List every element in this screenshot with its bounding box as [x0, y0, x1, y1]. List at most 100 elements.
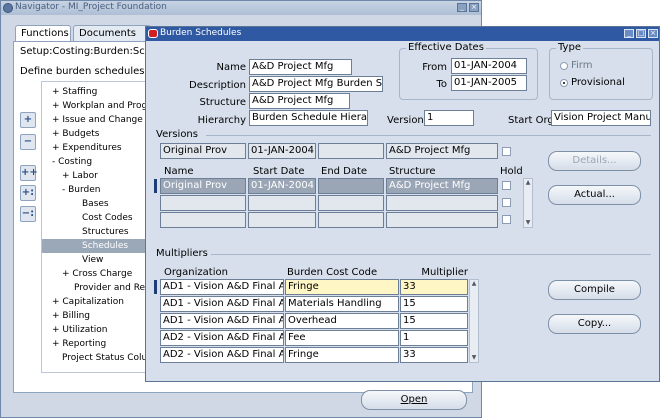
version-row-2-end[interactable] — [318, 195, 384, 211]
versions-col-hold: Hold — [500, 166, 523, 177]
start-org-field[interactable]: Vision Project Manufact — [551, 110, 651, 126]
multiplier-row-5-org[interactable]: AD2 - Vision A&D Final Assy — [160, 347, 284, 363]
version-label: Version — [387, 115, 424, 126]
version-row-2-structure[interactable] — [386, 195, 498, 211]
tree-item-reporting[interactable]: + Reporting — [42, 337, 160, 351]
function-description: Define burden schedules — [20, 66, 145, 77]
version-row-2-start[interactable] — [248, 195, 316, 211]
multipliers-col-multiplier: Multiplier — [421, 267, 468, 278]
navigator-title-bar[interactable]: Navigator - MI_Project Foundation _ × — [1, 1, 481, 15]
tree-item-workplan[interactable]: + Workplan and Prog — [42, 99, 160, 113]
app-icon — [3, 3, 13, 13]
versions-col-start-date: Start Date — [253, 166, 305, 177]
to-date-field[interactable]: 01-JAN-2005 — [451, 75, 527, 91]
hierarchy-field[interactable]: Burden Schedule Hierarchy — [249, 110, 368, 126]
version-summary-structure[interactable]: A&D Project Mfg — [386, 143, 498, 159]
tab-documents[interactable]: Documents — [73, 25, 151, 41]
version-row-1-start[interactable]: 01-JAN-2004 — [248, 178, 316, 194]
multiplier-row-2-code[interactable]: Materials Handling — [285, 296, 399, 312]
multiplier-row-2-org[interactable]: AD1 - Vision A&D Final Assy — [160, 296, 284, 312]
expand-button[interactable]: + — [20, 112, 36, 128]
dialog-title-bar[interactable]: Burden Schedules _ □ × — [146, 27, 659, 41]
multiplier-row-3-mult[interactable]: 15 — [400, 313, 468, 329]
collapse-button[interactable]: − — [20, 134, 36, 150]
multiplier-row-1-code[interactable]: Fringe — [285, 279, 399, 295]
tree-item-staffing[interactable]: + Staffing — [42, 85, 160, 99]
close-icon[interactable]: × — [648, 29, 658, 38]
version-row-1-end[interactable] — [318, 178, 384, 194]
type-firm-radio[interactable] — [560, 62, 568, 70]
multiplier-row-4-org[interactable]: AD2 - Vision A&D Final Assy — [160, 330, 284, 346]
multiplier-row-3-code[interactable]: Overhead — [285, 313, 399, 329]
navigator-title: Navigator - MI_Project Foundation — [15, 2, 167, 12]
tree-item-expenditures[interactable]: + Expenditures — [42, 141, 160, 155]
type-provisional-radio[interactable] — [560, 79, 568, 87]
version-field[interactable]: 1 — [424, 110, 474, 126]
open-button-label: Open — [400, 394, 428, 405]
description-field[interactable]: A&D Project Mfg Burden Sched — [249, 76, 383, 92]
version-summary-end[interactable] — [318, 143, 384, 159]
open-button[interactable]: Open — [361, 390, 467, 410]
effective-dates-group — [399, 48, 538, 100]
function-tree: + Staffing + Workplan and Prog + Issue a… — [41, 81, 190, 373]
version-row-1-name[interactable]: Original Prov — [160, 178, 246, 194]
version-row-2-hold-checkbox[interactable] — [502, 198, 511, 207]
versions-scrollbar[interactable]: ▲ ▼ — [523, 178, 533, 228]
actual-button[interactable]: Actual... — [548, 185, 641, 205]
tree-item-billing[interactable]: + Billing — [42, 309, 160, 323]
tree-item-capitalization[interactable]: + Capitalization — [42, 295, 160, 309]
multiplier-row-2-mult[interactable]: 15 — [400, 296, 468, 312]
tab-functions[interactable]: Functions — [15, 25, 71, 41]
version-summary-name[interactable]: Original Prov — [160, 143, 246, 159]
details-button[interactable]: Details... — [548, 151, 641, 171]
minimize-icon[interactable]: _ — [457, 3, 467, 12]
multipliers-section-label: Multipliers — [156, 248, 208, 259]
expand-all-button[interactable]: ++ — [20, 165, 38, 181]
multiplier-row-5-code[interactable]: Fringe — [285, 347, 399, 363]
multiplier-row-3-org[interactable]: AD1 - Vision A&D Final Assy — [160, 313, 284, 329]
name-field[interactable]: A&D Project Mfg — [249, 59, 352, 75]
scroll-up-icon[interactable]: ▲ — [524, 179, 532, 187]
structure-field[interactable]: A&D Project Mfg — [249, 93, 350, 109]
tree-item-issue-change[interactable]: + Issue and Change — [42, 113, 160, 127]
version-summary-start[interactable]: 01-JAN-2004 — [248, 143, 316, 159]
expand-branch-button[interactable]: +: — [20, 185, 36, 201]
version-row-2-name[interactable] — [160, 195, 246, 211]
version-row-3-end[interactable] — [318, 212, 384, 228]
effective-dates-label: Effective Dates — [406, 42, 486, 53]
tree-item-utilization[interactable]: + Utilization — [42, 323, 160, 337]
multiplier-row-5-mult[interactable]: 33 — [400, 347, 468, 363]
burden-schedules-dialog: Burden Schedules _ □ × Name A&D Project … — [145, 26, 660, 382]
structure-label: Structure — [199, 97, 246, 108]
dialog-title: Burden Schedules — [160, 28, 242, 38]
description-label: Description — [189, 80, 246, 91]
hierarchy-label: Hierarchy — [197, 115, 246, 126]
version-row-3-structure[interactable] — [386, 212, 498, 228]
version-row-3-name[interactable] — [160, 212, 246, 228]
multiplier-row-4-mult[interactable]: 1 — [400, 330, 468, 346]
multipliers-scrollbar[interactable]: ▲ ▼ — [469, 279, 479, 363]
scroll-down-icon[interactable]: ▼ — [524, 219, 532, 227]
multiplier-row-1-mult[interactable]: 33 — [400, 279, 468, 295]
scroll-down-icon[interactable]: ▼ — [470, 354, 478, 362]
versions-col-name: Name — [164, 166, 194, 177]
version-row-1-structure[interactable]: A&D Project Mfg — [386, 178, 498, 194]
version-row-3-start[interactable] — [248, 212, 316, 228]
version-summary-hold-checkbox[interactable] — [502, 147, 511, 156]
scroll-up-icon[interactable]: ▲ — [470, 280, 478, 288]
maximize-icon[interactable]: □ — [636, 29, 646, 38]
from-date-field[interactable]: 01-JAN-2004 — [451, 58, 527, 74]
multiplier-row-4-code[interactable]: Fee — [285, 330, 399, 346]
tree-item-costing[interactable]: - Costing — [42, 155, 160, 169]
from-label: From — [422, 62, 447, 73]
close-icon[interactable]: × — [469, 3, 479, 12]
version-row-3-hold-checkbox[interactable] — [502, 215, 511, 224]
minimize-icon[interactable]: _ — [624, 29, 634, 38]
version-row-1-hold-checkbox[interactable] — [502, 181, 511, 190]
compile-button[interactable]: Compile — [548, 280, 641, 300]
to-label: To — [436, 79, 447, 90]
tree-item-budgets[interactable]: + Budgets — [42, 127, 160, 141]
copy-button[interactable]: Copy... — [548, 314, 641, 334]
multiplier-row-1-org[interactable]: AD1 - Vision A&D Final Assy — [160, 279, 284, 295]
collapse-all-button[interactable]: −: — [20, 206, 36, 222]
